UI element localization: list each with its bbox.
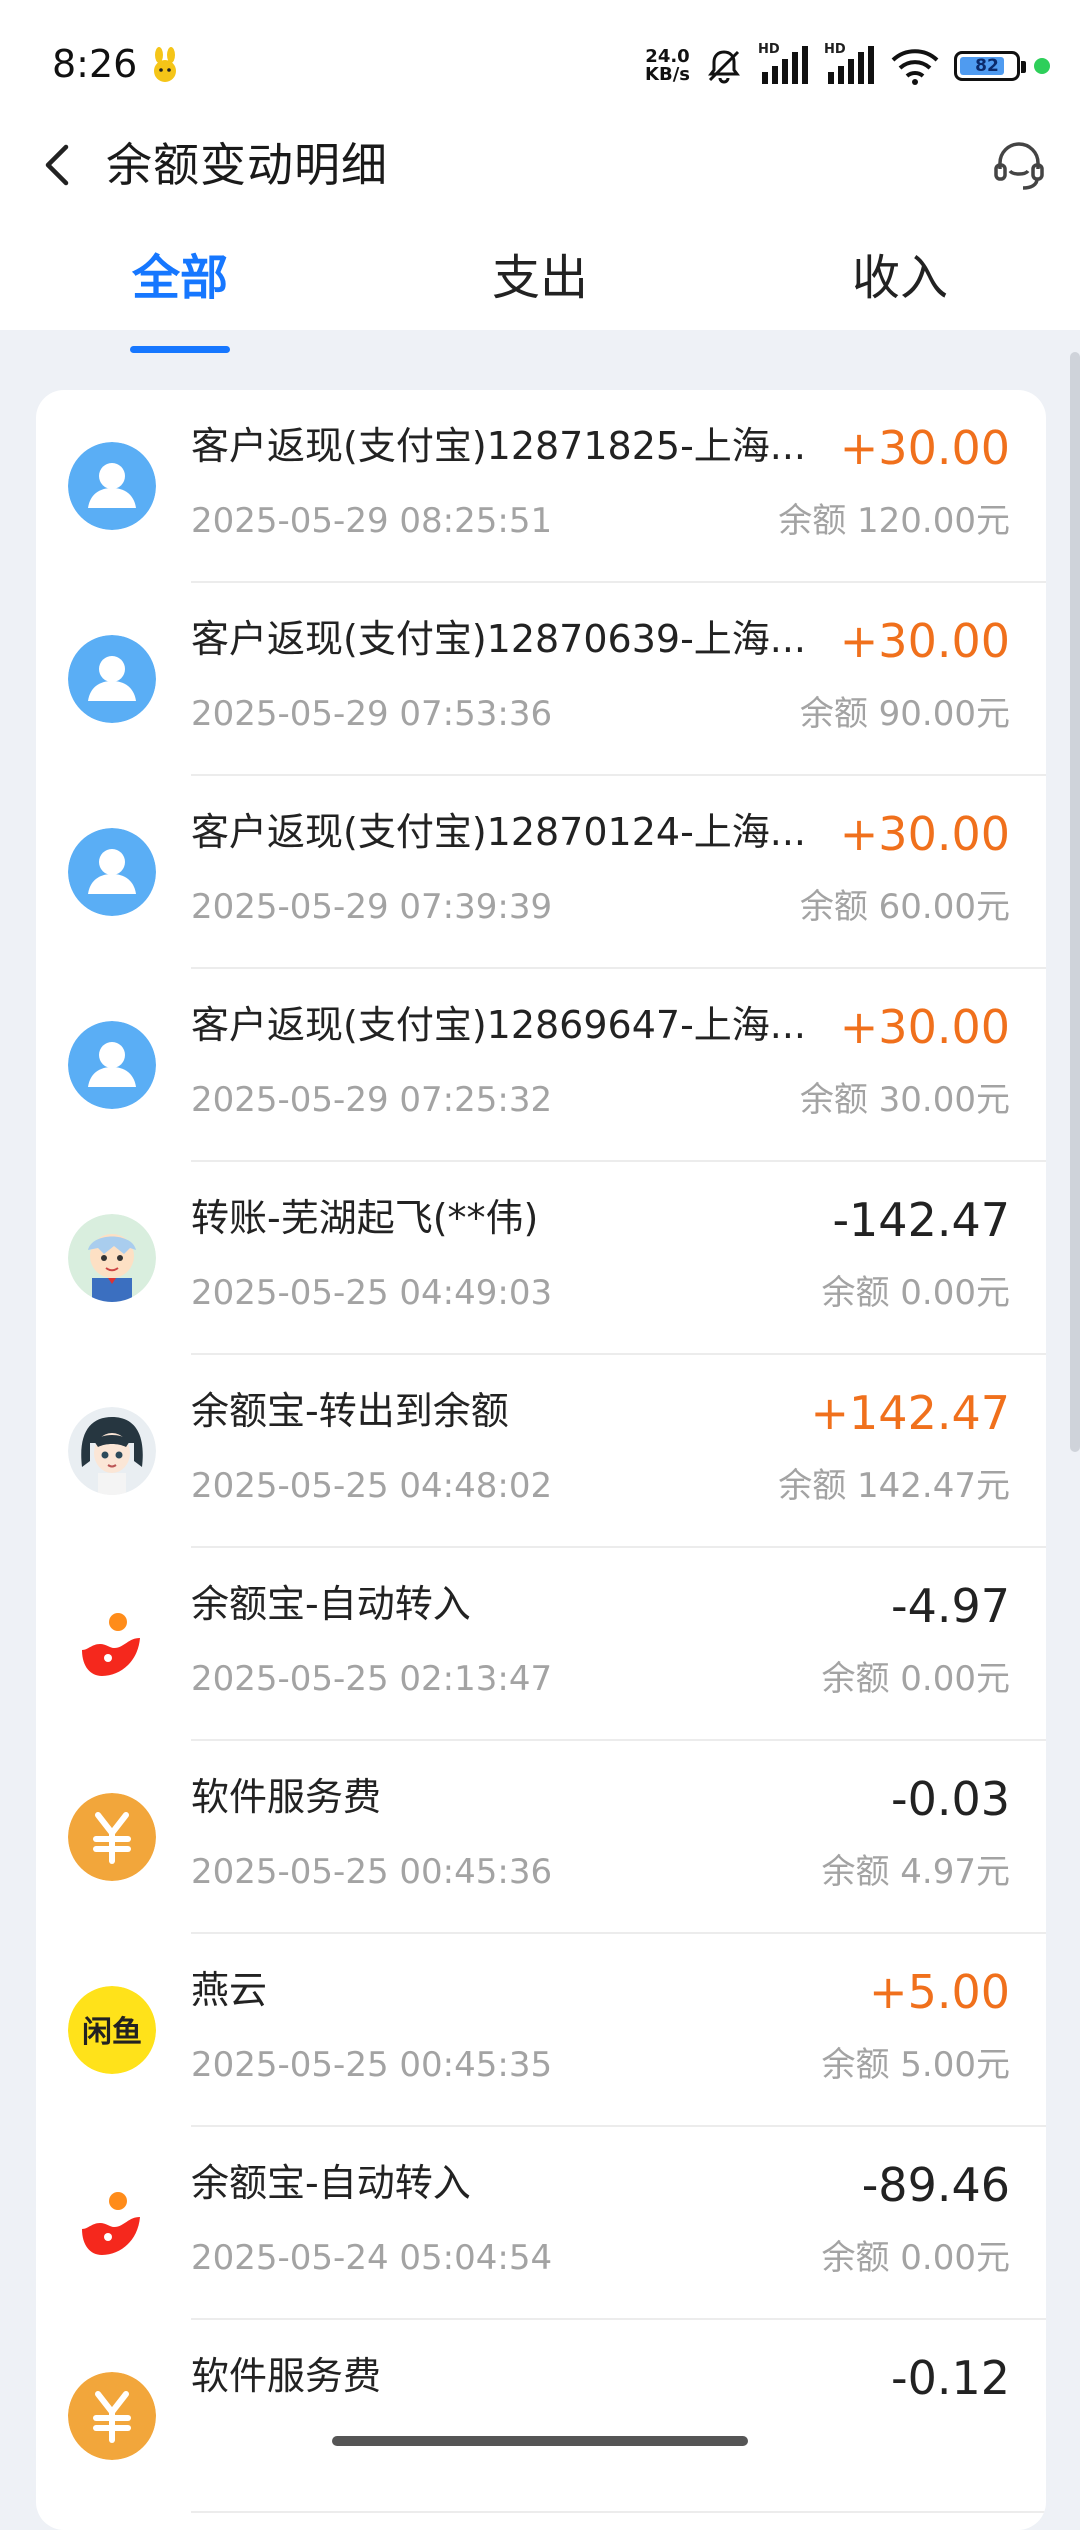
transaction-title: 客户返现(支付宝)12871825-上海... — [191, 424, 807, 468]
active-tab-indicator — [130, 346, 230, 353]
transaction-list: 客户返现(支付宝)12871825-上海... +30.00 2025-05-29 … — [36, 390, 1046, 2530]
transaction-time: 2025-05-24 05:04:54 — [191, 2238, 553, 2278]
transaction-row[interactable]: 软件服务费 -0.12 — [36, 2320, 1046, 2513]
transaction-amount: +5.00 — [869, 1965, 1010, 2019]
cartoon-avatar-icon — [68, 1214, 156, 1302]
tab-bar: 全部 支出 收入 — [0, 246, 1080, 330]
signal-2: HD — [824, 42, 876, 86]
battery-indicator: 82 — [954, 51, 1026, 81]
transaction-row[interactable]: 客户返现(支付宝)12870124-上海... +30.00 2025-05-29 … — [36, 776, 1046, 969]
transaction-title: 客户返现(支付宝)12870639-上海... — [191, 617, 807, 661]
transaction-title: 软件服务费 — [191, 2354, 382, 2398]
page-header: 余额变动明细 全部 支出 收入 — [0, 130, 1080, 330]
signal-1: HD — [758, 42, 810, 86]
transaction-title: 客户返现(支付宝)12869647-上海... — [191, 1003, 807, 1047]
page-title: 余额变动明细 — [106, 138, 388, 192]
default-user-icon — [68, 828, 156, 916]
yuan-coin-icon — [68, 2372, 156, 2460]
transaction-amount: +30.00 — [839, 614, 1010, 668]
transaction-balance: 余额 142.47元 — [778, 1466, 1010, 1506]
wifi-icon — [891, 49, 939, 85]
default-user-icon — [68, 442, 156, 530]
transaction-title: 余额宝-转出到余额 — [191, 1389, 509, 1433]
transaction-amount: -4.97 — [890, 1579, 1010, 1633]
transaction-row[interactable]: 软件服务费 -0.03 2025-05-25 00:45:36 余额 4.97元 — [36, 1741, 1046, 1934]
transaction-time: 2025-05-29 07:39:39 — [191, 887, 553, 927]
transaction-time: 2025-05-29 07:25:32 — [191, 1080, 553, 1120]
transaction-balance: 余额 0.00元 — [821, 1659, 1010, 1699]
tab-income[interactable]: 收入 — [720, 246, 1080, 310]
tab-all[interactable]: 全部 — [0, 246, 360, 310]
transaction-row[interactable]: 余额宝-自动转入 -89.46 2025-05-24 05:04:54 余额 0.00… — [36, 2127, 1046, 2320]
transaction-title: 余额宝-自动转入 — [191, 2161, 471, 2205]
network-speed: 24.0 KB/s — [645, 46, 690, 85]
transaction-balance: 余额 4.97元 — [821, 1852, 1010, 1892]
transaction-balance: 余额 90.00元 — [799, 694, 1010, 734]
transaction-balance: 余额 60.00元 — [799, 887, 1010, 927]
transaction-time: 2025-05-25 00:45:36 — [191, 1852, 553, 1892]
transaction-amount: +30.00 — [839, 421, 1010, 475]
transaction-amount: -142.47 — [832, 1193, 1010, 1247]
transaction-title: 燕云 — [191, 1968, 268, 2012]
yuan-coin-icon — [68, 1793, 156, 1881]
transaction-balance: 余额 30.00元 — [799, 1080, 1010, 1120]
bunny-notification-icon — [154, 47, 176, 82]
transaction-row[interactable]: 闲鱼 燕云 +5.00 2025-05-25 00:45:35 余额 5.00元 — [36, 1934, 1046, 2127]
transaction-amount: +142.47 — [810, 1386, 1011, 1440]
transaction-time: 2025-05-25 04:49:03 — [191, 1273, 553, 1313]
default-user-icon — [68, 1021, 156, 1109]
transaction-balance: 余额 120.00元 — [778, 501, 1010, 541]
transaction-balance: 余额 5.00元 — [821, 2045, 1010, 2085]
transaction-title: 客户返现(支付宝)12870124-上海... — [191, 810, 807, 854]
transaction-time: 2025-05-25 02:13:47 — [191, 1659, 553, 1699]
transaction-row[interactable]: 余额宝-转出到余额 +142.47 2025-05-25 04:48:02 余额 14… — [36, 1355, 1046, 1548]
transaction-amount: +30.00 — [839, 1000, 1010, 1054]
transaction-row[interactable]: 客户返现(支付宝)12869647-上海... +30.00 2025-05-29 … — [36, 969, 1046, 1162]
back-chevron-icon[interactable] — [30, 135, 90, 195]
mute-bell-icon — [708, 50, 740, 84]
home-indicator[interactable] — [332, 2436, 748, 2446]
tab-expense[interactable]: 支出 — [360, 246, 720, 310]
transaction-title: 软件服务费 — [191, 1775, 382, 1819]
customer-service-headset-icon[interactable] — [988, 135, 1050, 197]
xianyu-logo-text: 闲鱼 — [82, 2015, 142, 2050]
transaction-row[interactable]: 余额宝-自动转入 -4.97 2025-05-25 02:13:47 余额 0.00元 — [36, 1548, 1046, 1741]
transaction-amount: -89.46 — [861, 2158, 1010, 2212]
default-user-icon — [68, 635, 156, 723]
status-bar: 8:26 24.0 KB/s HD HD 82 — [0, 0, 1080, 130]
yuebao-logo-icon — [68, 1600, 156, 1688]
battery-level: 82 — [975, 56, 999, 76]
transaction-row[interactable]: 转账-芜湖起飞(**伟) -142.47 2025-05-25 04:49:03 余额… — [36, 1162, 1046, 1355]
transaction-title: 余额宝-自动转入 — [191, 1582, 471, 1626]
transaction-amount: -0.03 — [890, 1772, 1010, 1826]
transaction-time: 2025-05-25 00:45:35 — [191, 2045, 553, 2085]
transaction-amount: -0.12 — [890, 2351, 1010, 2405]
transaction-time: 2025-05-25 04:48:02 — [191, 1466, 553, 1506]
xianyu-logo-icon: 闲鱼 — [68, 1986, 156, 2074]
transaction-row[interactable]: 客户返现(支付宝)12870639-上海... +30.00 2025-05-29 … — [36, 583, 1046, 776]
status-icons: 24.0 KB/s HD HD 82 — [645, 42, 1050, 88]
transaction-amount: +30.00 — [839, 807, 1010, 861]
transaction-time: 2025-05-29 08:25:51 — [191, 501, 553, 541]
row-divider — [191, 2511, 1046, 2513]
yuebao-logo-icon — [68, 2179, 156, 2267]
transaction-balance: 余额 0.00元 — [821, 2238, 1010, 2278]
transaction-row[interactable]: 客户返现(支付宝)12871825-上海... +30.00 2025-05-29 … — [36, 390, 1046, 583]
transaction-time: 2025-05-29 07:53:36 — [191, 694, 553, 734]
transaction-balance: 余额 0.00元 — [821, 1273, 1010, 1313]
status-time: 8:26 — [52, 42, 138, 86]
scrollbar[interactable] — [1070, 352, 1080, 1452]
transaction-title: 转账-芜湖起飞(**伟) — [191, 1196, 539, 1240]
anime-avatar-icon — [68, 1407, 156, 1495]
indicator-dot — [1034, 58, 1050, 74]
